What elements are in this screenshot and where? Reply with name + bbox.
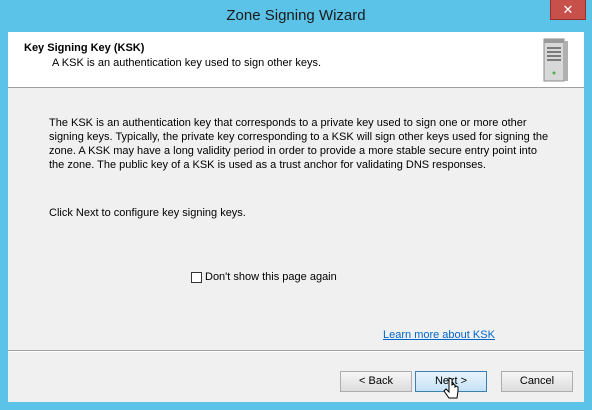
dont-show-again-option[interactable]: Don't show this page again bbox=[191, 271, 337, 283]
learn-more-link[interactable]: Learn more about KSK bbox=[383, 329, 495, 341]
page-title: Key Signing Key (KSK) bbox=[24, 42, 145, 54]
wizard-client-area: Key Signing Key (KSK) A KSK is an authen… bbox=[8, 32, 584, 402]
instruction-text: Click Next to configure key signing keys… bbox=[49, 207, 246, 219]
wizard-window: Zone Signing Wizard ✕ Key Signing Key (K… bbox=[0, 0, 592, 410]
window-title: Zone Signing Wizard bbox=[226, 7, 366, 24]
title-bar[interactable]: Zone Signing Wizard ✕ bbox=[0, 0, 592, 32]
close-button[interactable]: ✕ bbox=[550, 0, 586, 20]
description-text: The KSK is an authentication key that co… bbox=[49, 117, 549, 171]
wizard-header: Key Signing Key (KSK) A KSK is an authen… bbox=[8, 32, 584, 88]
server-icon bbox=[543, 38, 568, 82]
close-icon: ✕ bbox=[562, 2, 574, 17]
cancel-button[interactable]: Cancel bbox=[501, 371, 573, 392]
mouse-cursor-icon bbox=[443, 377, 459, 399]
dont-show-again-checkbox[interactable] bbox=[191, 271, 202, 283]
page-subtitle: A KSK is an authentication key used to s… bbox=[52, 57, 322, 69]
footer-divider bbox=[8, 350, 584, 352]
back-button[interactable]: < Back bbox=[340, 371, 412, 392]
checkbox-label[interactable]: Don't show this page again bbox=[205, 271, 337, 283]
